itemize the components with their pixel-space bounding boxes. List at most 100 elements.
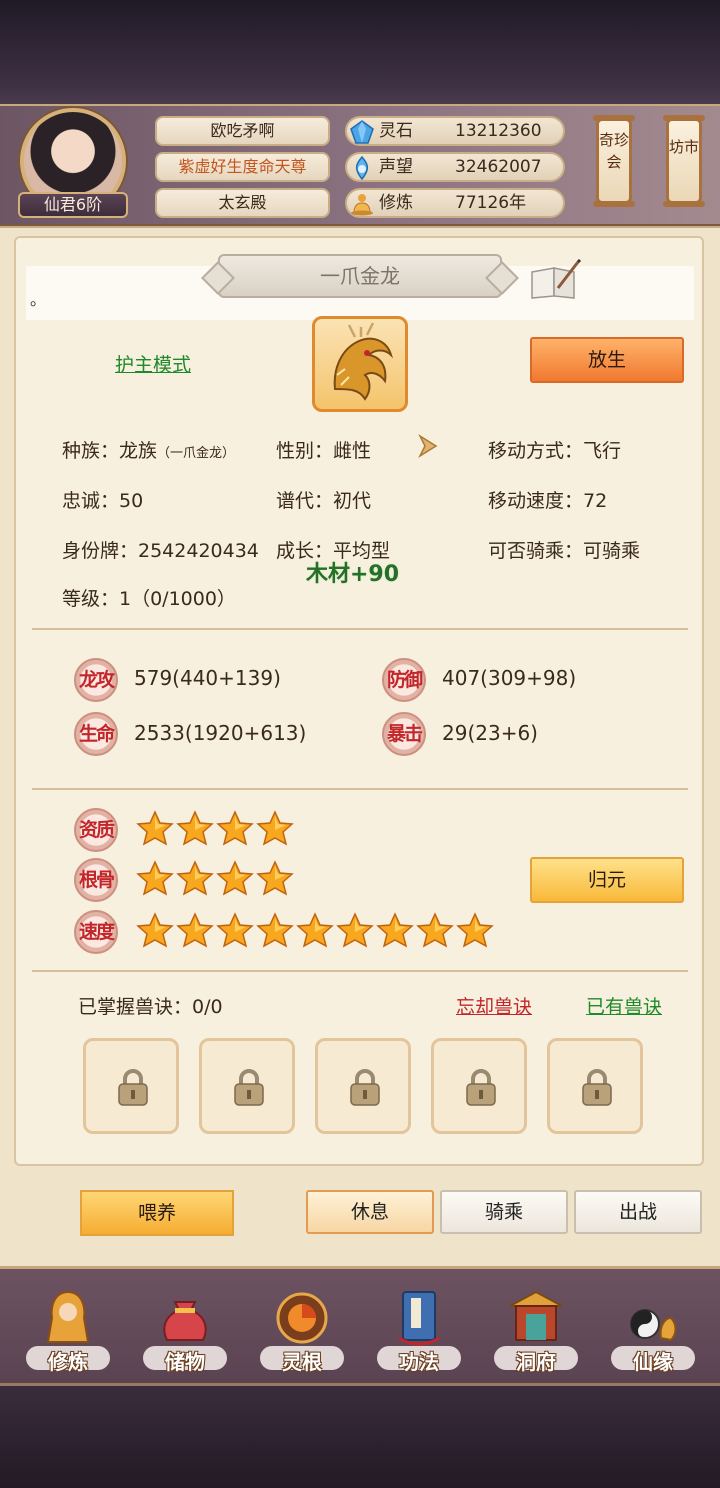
pet-move-speed: 移动速度：72 bbox=[488, 490, 608, 512]
bone-badge: 根骨 bbox=[74, 858, 118, 902]
reward-float-text: 木材+90 bbox=[306, 562, 400, 587]
resource-label: 声望 bbox=[379, 157, 413, 177]
nav-label: 灵根 bbox=[282, 1350, 322, 1374]
nav-label: 修炼 bbox=[48, 1350, 88, 1374]
defense-badge: 防御 bbox=[382, 658, 426, 702]
speed-stars bbox=[136, 912, 496, 952]
lock-icon bbox=[118, 1069, 148, 1106]
race-subtype: （一爪金龙） bbox=[157, 446, 236, 461]
nav-label: 储物 bbox=[165, 1350, 205, 1374]
divider bbox=[32, 788, 688, 790]
guard-mode-link[interactable]: 护主模式 bbox=[115, 350, 191, 377]
star-icon bbox=[176, 810, 214, 846]
resource-value: 13212360 bbox=[455, 121, 542, 141]
lock-icon bbox=[350, 1069, 380, 1106]
skill-slot[interactable] bbox=[315, 1038, 411, 1134]
crit-badge: 暴击 bbox=[382, 712, 426, 756]
rest-tab[interactable]: 休息 bbox=[306, 1190, 434, 1234]
hp-badge: 生命 bbox=[74, 712, 118, 756]
nav-storage[interactable]: 储物 bbox=[135, 1280, 235, 1380]
lock-icon bbox=[582, 1069, 612, 1106]
technique-book-icon bbox=[398, 1291, 440, 1346]
restore-button[interactable]: 归元 bbox=[530, 857, 684, 903]
speed-badge: 速度 bbox=[74, 910, 118, 954]
star-icon bbox=[336, 912, 374, 948]
resource-value: 32462007 bbox=[455, 157, 542, 177]
pet-note: 。 bbox=[30, 290, 47, 309]
immortal-fate-icon bbox=[630, 1309, 677, 1342]
star-icon bbox=[256, 912, 294, 948]
nav-technique[interactable]: 功法 bbox=[369, 1280, 469, 1380]
spirit-stone-icon bbox=[350, 120, 374, 144]
resource-spirit-stone: 灵石 13212360 bbox=[345, 116, 565, 146]
skill-slot[interactable] bbox=[199, 1038, 295, 1134]
pet-id-tag: 身份牌：2542420434 bbox=[62, 540, 259, 562]
player-name: 欧吃矛啊 bbox=[155, 116, 330, 146]
skill-slot[interactable] bbox=[547, 1038, 643, 1134]
star-icon bbox=[216, 810, 254, 846]
lock-icon bbox=[466, 1069, 496, 1106]
star-icon bbox=[256, 810, 294, 846]
cultivate-icon bbox=[46, 1290, 90, 1343]
rename-edit-icon[interactable] bbox=[528, 258, 582, 302]
nav-cave-mansion[interactable]: 洞府 bbox=[486, 1280, 586, 1380]
top-status-area bbox=[0, 0, 720, 104]
market-banner-button[interactable]: 奇珍会 bbox=[593, 115, 635, 207]
pet-rideable: 可否骑乘：可骑乘 bbox=[488, 540, 641, 562]
pet-loyalty: 忠诚：50 bbox=[62, 490, 144, 512]
storage-bag-icon bbox=[163, 1301, 207, 1341]
star-icon bbox=[136, 860, 174, 896]
pet-race: 种族：龙族（一爪金龙） bbox=[62, 436, 235, 463]
owned-skills-link[interactable]: 已有兽诀 bbox=[586, 992, 662, 1019]
skill-slot[interactable] bbox=[83, 1038, 179, 1134]
forget-skill-link[interactable]: 忘却兽诀 bbox=[456, 992, 532, 1019]
pet-name-plate: 一爪金龙 bbox=[218, 254, 502, 298]
divider bbox=[32, 628, 688, 630]
crit-value: 29(23+6) bbox=[442, 721, 538, 745]
skills-count-label: 已掌握兽诀：0/0 bbox=[78, 996, 223, 1018]
star-icon bbox=[216, 860, 254, 896]
bone-stars bbox=[136, 860, 296, 900]
release-button[interactable]: 放生 bbox=[530, 337, 684, 383]
player-title: 紫虚好生度命天尊 bbox=[155, 152, 330, 182]
feed-button[interactable]: 喂养 bbox=[80, 1190, 234, 1236]
pet-gender: 性别：雌性 bbox=[276, 440, 372, 462]
nav-cultivate[interactable]: 修炼 bbox=[18, 1280, 118, 1380]
cave-mansion-icon bbox=[509, 1290, 563, 1341]
arrow-right-icon[interactable] bbox=[412, 430, 444, 462]
defense-value: 407(309+98) bbox=[442, 666, 577, 690]
star-icon bbox=[216, 912, 254, 948]
spirit-root-icon bbox=[276, 1292, 328, 1344]
star-icon bbox=[376, 912, 414, 948]
star-icon bbox=[136, 912, 174, 948]
divider bbox=[32, 970, 688, 972]
resource-reputation: 声望 32462007 bbox=[345, 152, 565, 182]
resource-label: 灵石 bbox=[379, 121, 413, 141]
bottom-safe-area bbox=[0, 1386, 720, 1488]
star-icon bbox=[416, 912, 454, 948]
reputation-icon bbox=[355, 155, 369, 181]
star-icon bbox=[256, 860, 294, 896]
pet-level: 等级：1（0/1000） bbox=[62, 588, 236, 610]
golden-dragon-icon bbox=[333, 322, 394, 401]
hp-value: 2533(1920+613) bbox=[134, 721, 307, 745]
lock-icon bbox=[234, 1069, 264, 1106]
skill-slot[interactable] bbox=[431, 1038, 527, 1134]
nav-immortal-fate[interactable]: 仙缘 bbox=[603, 1280, 703, 1380]
resource-cultivation: 修炼 77126年 bbox=[345, 188, 565, 218]
star-icon bbox=[176, 912, 214, 948]
race-label: 种族： bbox=[62, 440, 120, 462]
battle-tab[interactable]: 出战 bbox=[574, 1190, 702, 1234]
nav-label: 功法 bbox=[399, 1350, 439, 1374]
player-rank: 仙君6阶 bbox=[18, 192, 128, 218]
attack-value: 579(440+139) bbox=[134, 666, 281, 690]
ride-tab[interactable]: 骑乘 bbox=[440, 1190, 568, 1234]
shop-banner-button[interactable]: 坊市 bbox=[663, 115, 705, 207]
player-sect: 太玄殿 bbox=[155, 188, 330, 218]
star-icon bbox=[176, 860, 214, 896]
attack-badge: 龙攻 bbox=[74, 658, 118, 702]
pet-move-type: 移动方式：飞行 bbox=[488, 440, 622, 462]
pet-portrait bbox=[312, 316, 408, 412]
resource-label: 修炼 bbox=[379, 193, 413, 213]
nav-spirit-root[interactable]: 灵根 bbox=[252, 1280, 352, 1380]
